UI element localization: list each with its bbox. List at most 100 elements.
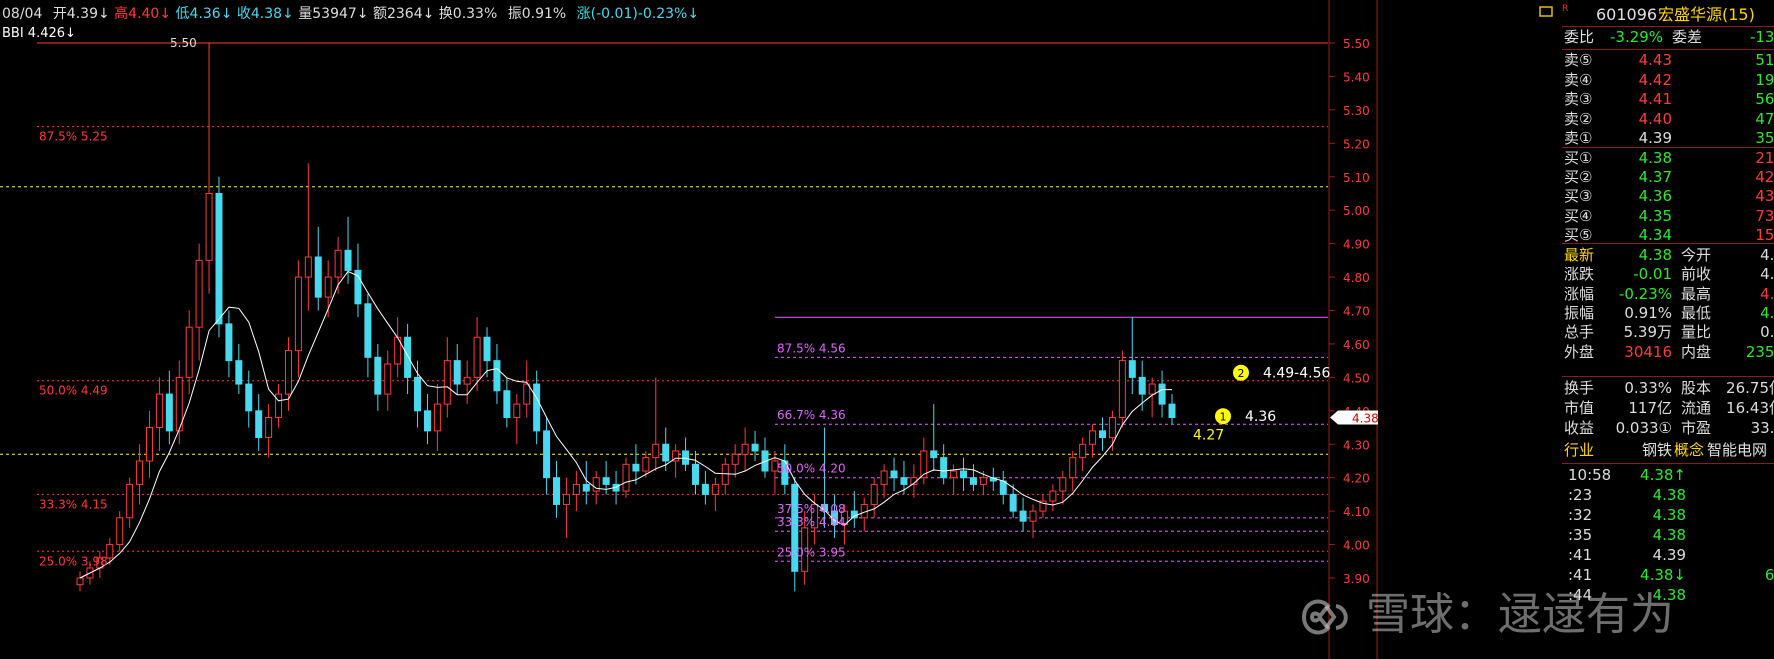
- kline-chart[interactable]: 5.50 5.40 5.30 5.20 5.10 5.00 4.90 4.80 4.70 4.60…: [0, 0, 1562, 659]
- fib-left-label: 33.3% 4.15: [39, 497, 108, 511]
- stat-value-2: 33.0: [1750, 419, 1774, 437]
- candle: [314, 226, 322, 311]
- stat-row: 收益0.033①市盈33.0: [1562, 418, 1774, 439]
- candle: [503, 377, 511, 428]
- stat-row: 市值117亿流通16.43亿: [1562, 398, 1774, 419]
- quote-value-2: 4.3: [1760, 303, 1774, 322]
- labels-layer: 5.50 5.40 5.30 5.20 5.10 5.00 4.90 4.80 4.70 4.60…: [39, 36, 1379, 586]
- y-tick-label: 5.10: [1343, 171, 1370, 185]
- candle-body: [930, 450, 938, 459]
- fib-right-label: 25.0% 3.95: [777, 545, 846, 559]
- tick-row: :23 4.38 1: [1562, 485, 1774, 506]
- ask-price: 4.42: [1638, 70, 1672, 89]
- quote-label: 外盘: [1564, 342, 1595, 361]
- candle: [1168, 394, 1176, 425]
- y-tick-label: 4.20: [1343, 472, 1370, 486]
- candle-body: [344, 249, 352, 271]
- candle: [930, 404, 938, 471]
- concept-value[interactable]: 智能电网: [1707, 440, 1767, 461]
- quote-panel: R 601096 宏盛华源(15) 委比 -3.29% 委差 -134 卖⑤ 4.…: [1562, 4, 1774, 659]
- candle: [1089, 424, 1097, 458]
- candle-body: [682, 450, 690, 465]
- candle-body: [533, 383, 541, 432]
- quote-label: 涨跌: [1564, 265, 1595, 284]
- ask-label: 卖④: [1564, 70, 1593, 89]
- candle-body: [940, 457, 948, 479]
- grid-layer: [0, 0, 1378, 659]
- tick-volume: 9: [1704, 525, 1774, 546]
- candle: [195, 243, 203, 361]
- candle-body: [950, 470, 958, 479]
- candle-body: [195, 259, 203, 328]
- candle-body: [155, 393, 163, 429]
- candle: [394, 317, 402, 378]
- candle-body: [145, 427, 153, 462]
- weibi-value: -3.29%: [1610, 28, 1664, 46]
- tick-price: 4.38↑: [1640, 466, 1686, 484]
- candle-body: [225, 323, 233, 362]
- bid-price: 4.37: [1638, 168, 1672, 187]
- bid-row: 买② 4.37 426: [1562, 167, 1774, 188]
- candle: [215, 176, 223, 338]
- candle-body: [106, 544, 114, 559]
- stat-value: 0.33%: [1624, 379, 1672, 397]
- header-amplitude: 振0.91%: [508, 6, 566, 22]
- candle: [543, 417, 551, 495]
- candle: [175, 360, 183, 445]
- stat-value-2: 26.75亿: [1726, 379, 1774, 397]
- candle: [791, 477, 799, 592]
- candle: [116, 511, 124, 552]
- candle: [443, 337, 451, 418]
- stock-code: 601096: [1596, 5, 1658, 24]
- candle: [265, 404, 273, 458]
- quote-value-2: 4.4: [1760, 284, 1774, 303]
- candle: [860, 497, 868, 532]
- candle: [275, 384, 283, 428]
- header-volume: 量53947↓: [298, 6, 368, 22]
- candle: [294, 260, 302, 378]
- candle-body: [602, 477, 610, 485]
- candle: [453, 343, 461, 395]
- candle: [701, 471, 709, 505]
- candle: [374, 343, 382, 411]
- panel-title: R 601096 宏盛华源(15): [1562, 4, 1774, 25]
- ask-row: 卖③ 4.41 566: [1562, 89, 1774, 110]
- candle-body: [999, 480, 1007, 495]
- candle: [235, 343, 243, 395]
- ask-volume: 352: [1755, 129, 1774, 147]
- bbi-legend: BBI 4.426↓: [2, 26, 76, 41]
- header-turnover: 换0.33%: [439, 5, 497, 22]
- y-tick-label: 5.00: [1343, 204, 1370, 218]
- candle: [989, 467, 997, 492]
- candle: [1059, 471, 1067, 505]
- candle: [1118, 350, 1126, 428]
- y-tick-label: 5.20: [1343, 137, 1370, 151]
- candle-body: [1069, 457, 1077, 479]
- candle-body: [453, 360, 461, 385]
- candle-body: [423, 410, 431, 432]
- candle-body: [433, 403, 441, 432]
- tick-volume: 66: [1764, 566, 1774, 584]
- y-tick-label: 4.10: [1343, 505, 1370, 519]
- candle-body: [1079, 443, 1087, 459]
- stat-value: 0.033①: [1615, 419, 1672, 437]
- stat-row: 换手0.33%股本26.75亿: [1562, 378, 1774, 399]
- tick-row: 10:58 4.38↑ 4: [1562, 465, 1774, 486]
- candle-body: [235, 360, 243, 385]
- window-toggle-icon[interactable]: [1539, 6, 1553, 17]
- candle-body: [553, 477, 561, 505]
- quote-label: 涨幅: [1564, 284, 1595, 303]
- candle-body: [463, 376, 471, 385]
- candle: [1049, 484, 1057, 512]
- weicha-label: 委差: [1672, 28, 1703, 46]
- y-tick-label: 5.30: [1343, 104, 1370, 118]
- industry-value[interactable]: 钢铁: [1642, 440, 1672, 461]
- candle-body: [136, 460, 144, 485]
- quote-label: 振幅: [1564, 303, 1595, 322]
- candle-body: [493, 360, 501, 392]
- candle: [1099, 417, 1107, 451]
- stat-label: 市值: [1564, 399, 1595, 417]
- candle-body: [245, 383, 253, 412]
- candle-body: [572, 483, 580, 495]
- tick-time: :35: [1568, 526, 1593, 544]
